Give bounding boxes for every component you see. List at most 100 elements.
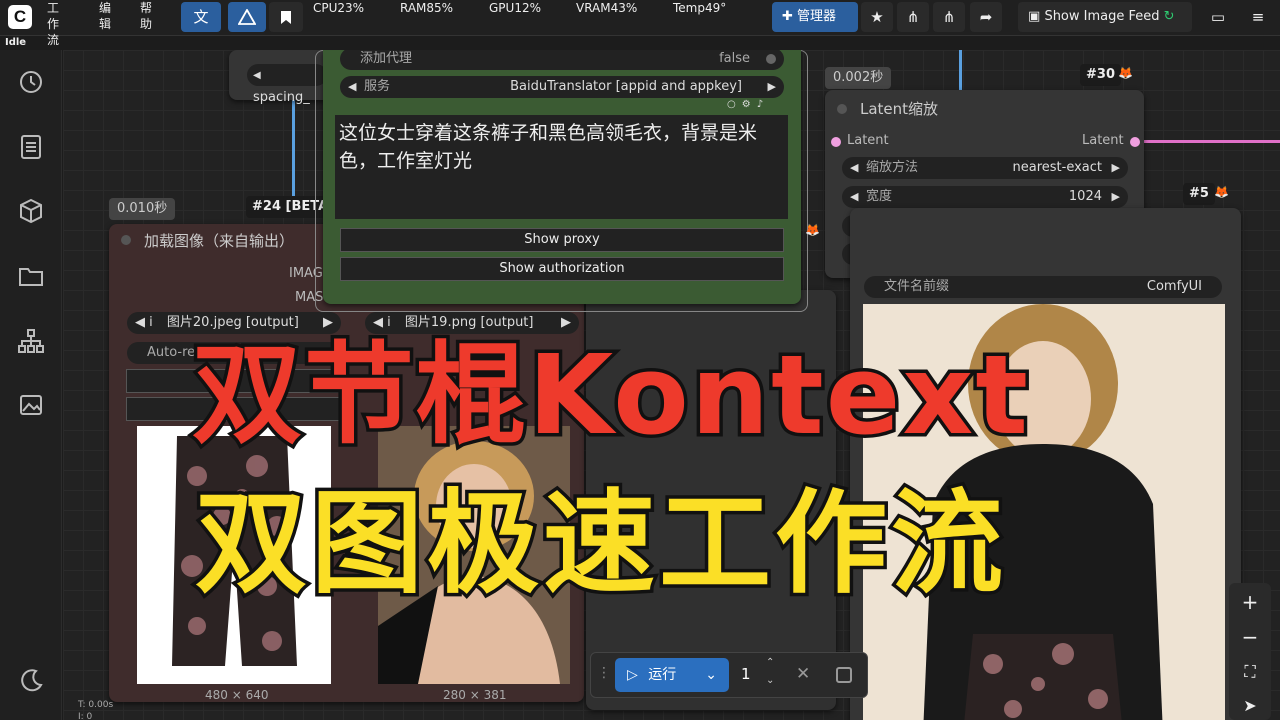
zoom-in-icon[interactable]: + (1229, 585, 1271, 619)
toggle-knob (766, 54, 776, 64)
service-label: 服务 (364, 79, 391, 94)
image-feed-icon: ▣ (1028, 9, 1041, 24)
manager-label: 管理器 (797, 9, 837, 24)
fox-icon: 🦊 (1118, 66, 1133, 80)
method-label: 缩放方法 (866, 160, 919, 175)
select-value: 图片19.png [output] (404, 315, 534, 330)
cpu-stat: CPU23% (313, 1, 365, 15)
star-icon: ★ (870, 8, 884, 26)
translation-textarea[interactable]: 这位女士穿着这条裤子和黑色高领毛衣，背景是米色，工作室灯光 (335, 115, 788, 219)
menu-workflow[interactable]: 工作流 (46, 0, 60, 48)
spacing-label: spacing_ (253, 90, 310, 105)
document-icon[interactable] (16, 132, 46, 162)
run-label: 运行 (648, 667, 677, 683)
status-idle: Idle (5, 37, 27, 48)
show-image-feed-button[interactable]: ▣ Show Image Feed ↻ (1018, 2, 1192, 32)
triangle-button[interactable] (228, 2, 266, 32)
image-icon[interactable] (16, 390, 46, 420)
menu-edit[interactable]: 编辑 (98, 0, 112, 32)
increment-icon[interactable]: ⌃ (766, 657, 774, 668)
menu-help[interactable]: 帮助 (139, 0, 153, 32)
timing-text: T: 0.00s (78, 700, 114, 710)
fit-view-icon[interactable]: ⛶ (1229, 655, 1271, 689)
show-authorization-button[interactable]: Show authorization (340, 257, 784, 281)
proxy-toggle[interactable]: 添加代理 false (340, 50, 784, 70)
refresh-icon: ↻ (1163, 9, 1175, 24)
fox-icon: 🦊 (805, 223, 820, 237)
play-icon: ▷ (627, 667, 638, 683)
arrow-left-icon: ◀ (135, 315, 145, 330)
prefix-label: 文件名前缀 (884, 279, 950, 294)
temp-stat: Temp49° (673, 1, 727, 15)
node-dot (837, 104, 847, 114)
star-button[interactable]: ★ (861, 2, 893, 32)
hamburger-menu-button[interactable]: ≡ (1242, 2, 1274, 32)
method-select[interactable]: ◀ 缩放方法 nearest-exact ▶ (842, 157, 1128, 179)
link-wire (292, 100, 295, 210)
hierarchy-icon: ⋔ (906, 8, 920, 26)
translator-node[interactable]: 添加代理 false ◀ 服务 BaiduTranslator [appid a… (323, 50, 801, 304)
queue-alt-button[interactable]: ⋔ (933, 2, 965, 32)
width-input[interactable]: ◀ 宽度 1024 ▶ (842, 186, 1128, 208)
arrow-right-icon: ▶ (1111, 161, 1120, 174)
folder-icon[interactable] (16, 261, 46, 291)
proxy-label: 添加代理 (360, 51, 413, 66)
translate-icon: 文 (193, 8, 209, 26)
service-value: BaiduTranslator [appid and appkey] (510, 79, 742, 94)
triangle-icon (237, 8, 257, 25)
overlay-title-line1: 双节棍Kontext (189, 331, 1032, 459)
zoom-out-icon[interactable]: − (1229, 620, 1271, 654)
load-image-time: 0.010秒 (109, 198, 176, 220)
service-select[interactable]: ◀ 服务 BaiduTranslator [appid and appkey] … (340, 76, 784, 98)
hierarchy-alt-icon: ⋔ (942, 8, 956, 26)
link-wire (959, 50, 962, 90)
queue-button[interactable]: ⋔ (897, 2, 929, 32)
select-prefix: i (149, 315, 153, 330)
translate-button[interactable]: 文 (181, 2, 221, 32)
zoom-controls: + − ⛶ ➤ (1229, 583, 1271, 720)
filename-prefix-input[interactable]: 文件名前缀 ComfyUI (864, 276, 1222, 298)
proxy-value: false (719, 51, 750, 66)
feed-label: Show Image Feed (1044, 9, 1160, 24)
iteration-text: I: 0 (78, 712, 93, 720)
panel-toggle-button[interactable]: ▭ (1202, 2, 1234, 32)
latent-output-dot[interactable] (1130, 137, 1140, 147)
node-tree-icon[interactable] (16, 326, 46, 356)
share-button[interactable]: ➦ (970, 2, 1002, 32)
run-button[interactable]: ▷ 运行 ⌄ (615, 658, 729, 692)
width-value: 1024 (1068, 189, 1102, 204)
show-proxy-button[interactable]: Show proxy (340, 228, 784, 252)
select-prefix: i (387, 315, 391, 330)
bookmark-button[interactable] (269, 2, 303, 32)
latent-input-dot[interactable] (831, 137, 841, 147)
decrement-icon[interactable]: ⌄ (766, 675, 774, 686)
arrow-left-icon: ◀ (348, 80, 357, 93)
cube-icon[interactable] (16, 196, 46, 226)
image-size-2: 280 × 381 (443, 688, 507, 702)
history-icon[interactable] (16, 67, 46, 97)
manager-button[interactable]: ✚ 管理器 (772, 2, 858, 32)
text-controls[interactable]: ○⚙♪ (727, 99, 769, 110)
cancel-icon[interactable]: ✕ (796, 664, 810, 684)
arrow-left-icon: ◀ (850, 190, 859, 203)
bookmark-icon (281, 11, 291, 24)
latent-id: #30 (1080, 64, 1121, 86)
top-bar: C 工作流 编辑 帮助 文 CPU23% RAM85% GPU12% VRAM4… (0, 0, 1280, 47)
moon-icon[interactable] (16, 665, 46, 695)
latent-time: 0.002秒 (825, 67, 892, 89)
gpu-stat: GPU12% (489, 1, 541, 15)
batch-count-input[interactable]: 1 (741, 665, 751, 683)
latent-input-label: Latent (847, 133, 889, 148)
latent-title: Latent缩放 (860, 100, 939, 118)
chevron-down-icon[interactable]: ⌄ (705, 658, 717, 692)
share-arrow-icon: ➦ (979, 8, 993, 26)
arrow-left-icon: ◀ (373, 315, 383, 330)
link-wire (1144, 140, 1280, 143)
stop-icon[interactable] (836, 667, 852, 683)
locate-icon[interactable]: ➤ (1229, 689, 1271, 720)
hamburger-icon: ≡ (1251, 8, 1265, 26)
method-value: nearest-exact (1012, 160, 1103, 175)
save-image-node[interactable]: 文件名前缀 ComfyUI (850, 208, 1241, 720)
app-logo[interactable]: C (8, 5, 32, 29)
puzzle-icon: ✚ (782, 9, 793, 24)
